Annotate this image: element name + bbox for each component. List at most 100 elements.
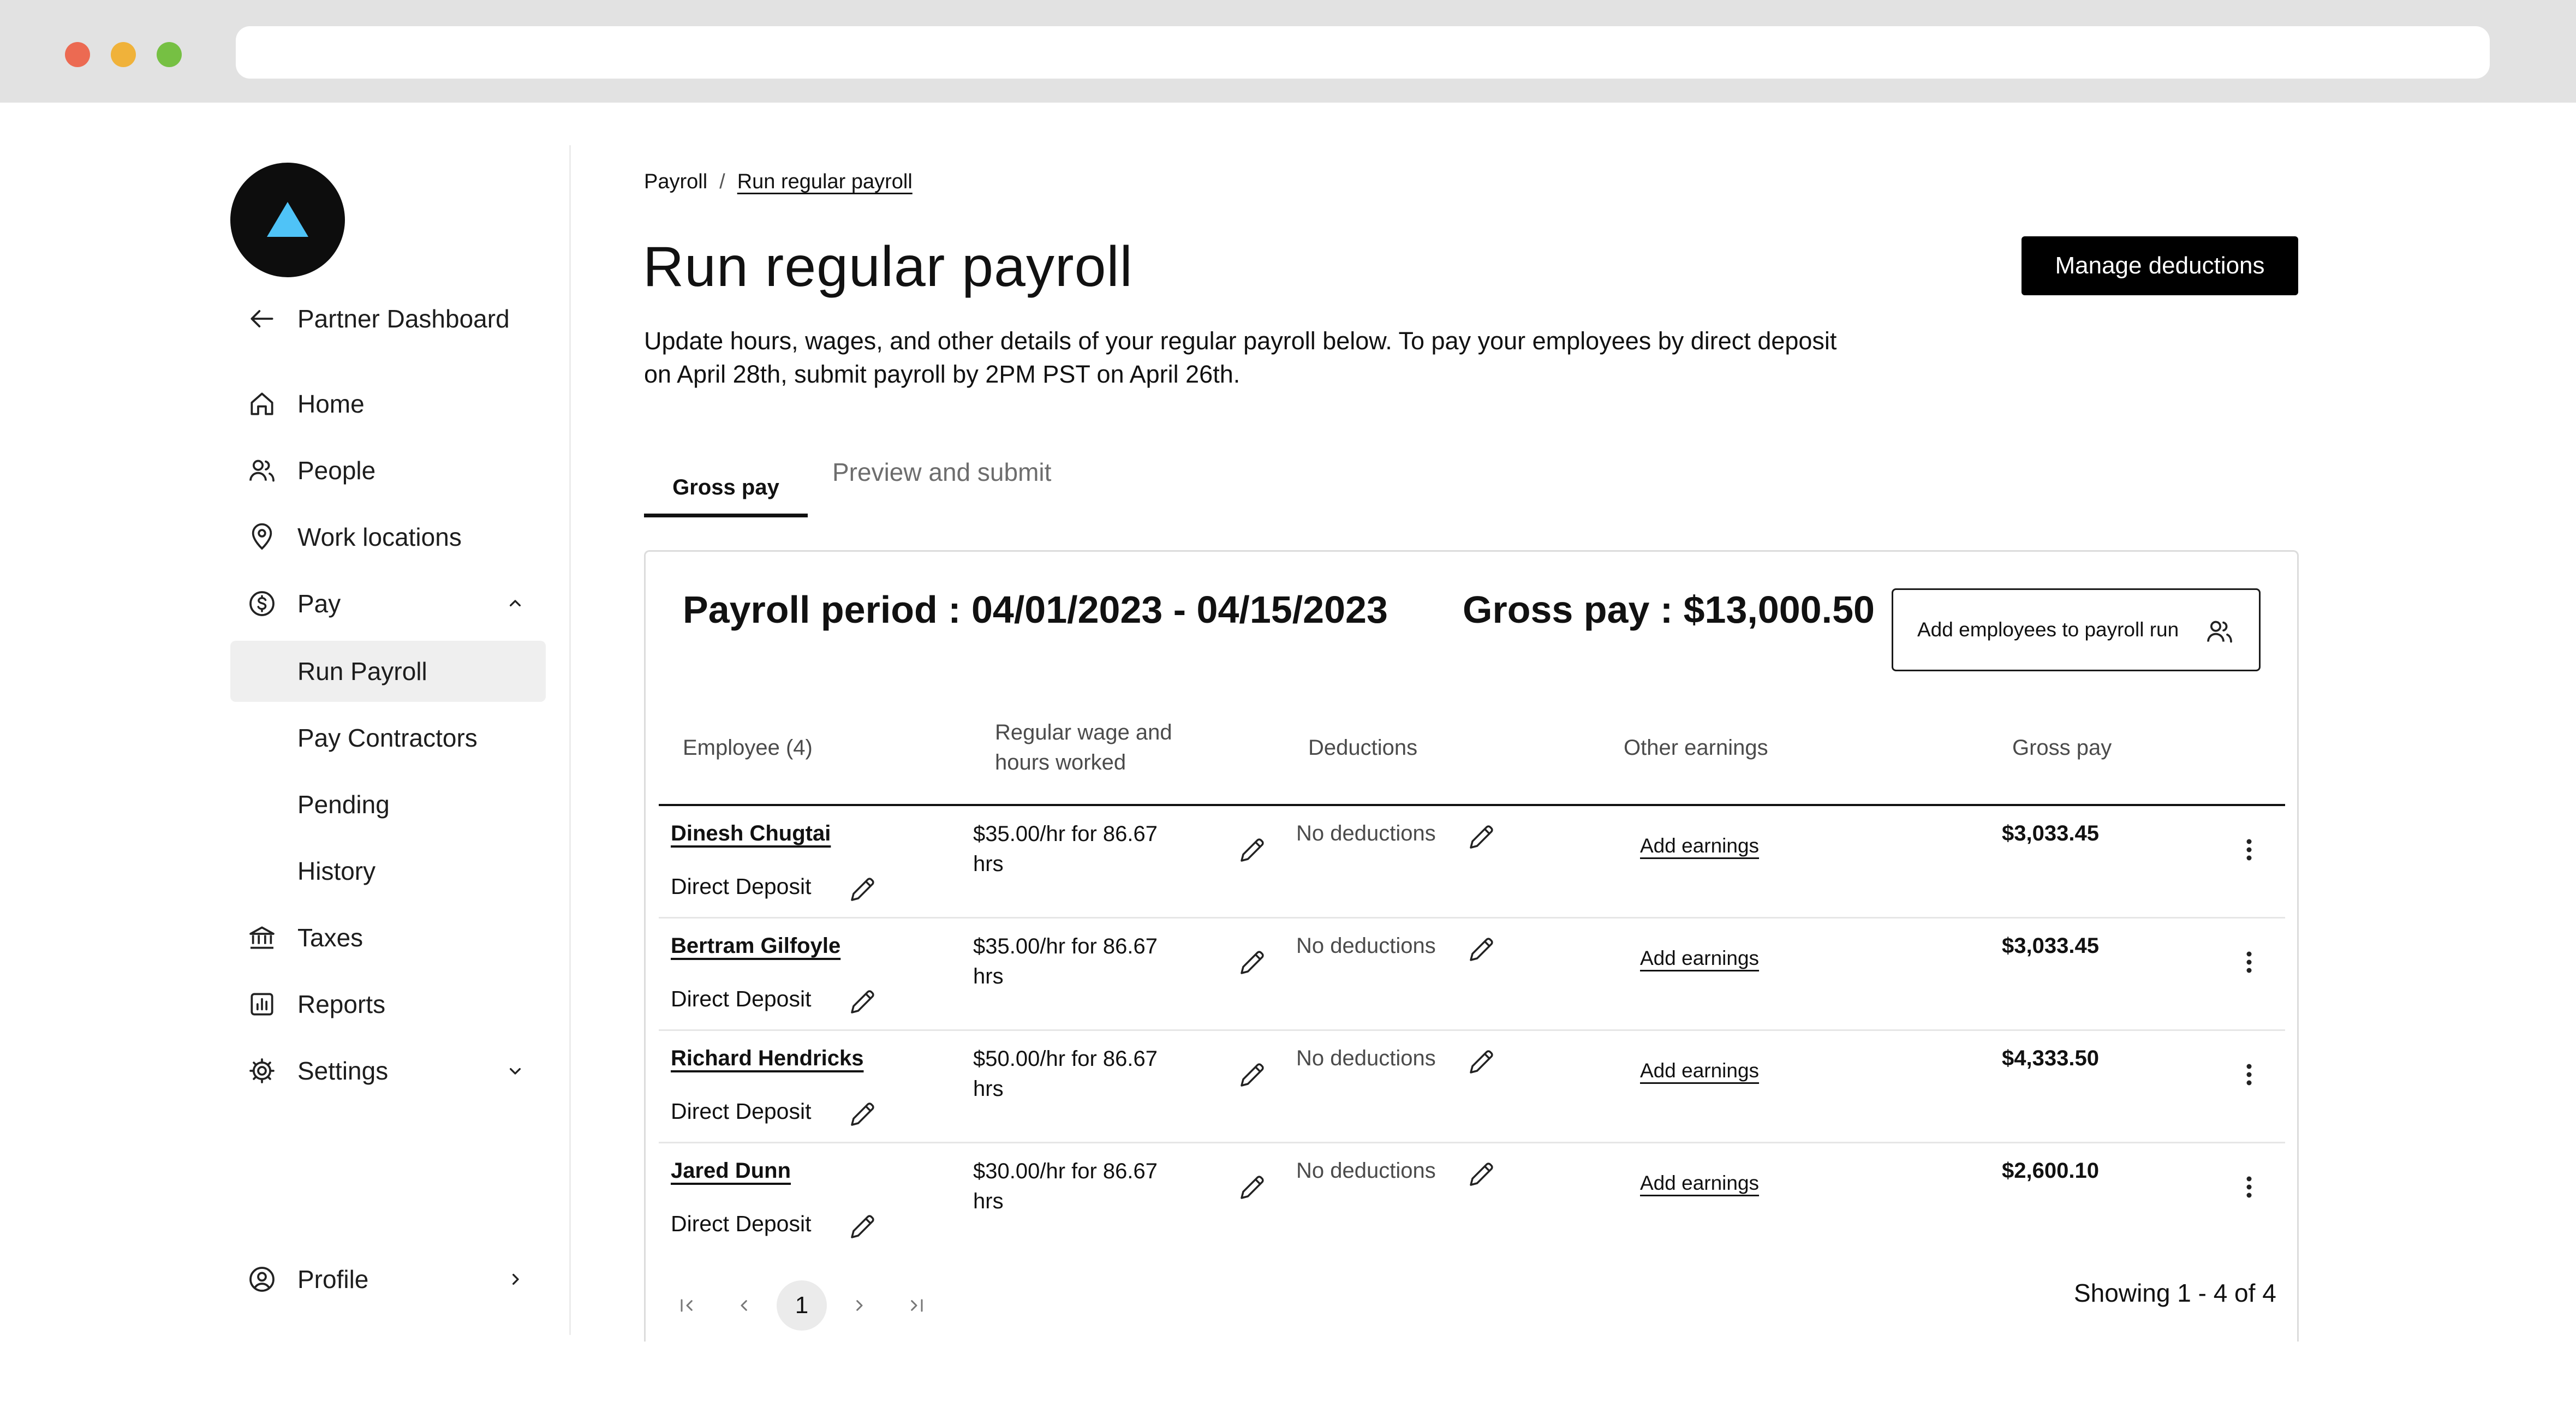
gear-icon xyxy=(249,1058,275,1083)
sidebar-item-taxes[interactable]: Taxes xyxy=(230,907,546,968)
kebab-icon[interactable] xyxy=(2238,1171,2260,1203)
sidebar-item-label: Settings xyxy=(297,1057,389,1085)
column-header-other-earnings: Other earnings xyxy=(1624,736,1768,760)
column-header-wage-line2: hours worked xyxy=(995,750,1126,774)
sidebar-item-run-payroll[interactable]: Run Payroll xyxy=(230,641,546,702)
column-header-wage-line1: Regular wage and xyxy=(995,720,1172,744)
chevron-right-icon xyxy=(512,1274,519,1285)
sidebar-item-label: People xyxy=(297,456,376,485)
employee-name-link[interactable]: Richard Hendricks xyxy=(671,1046,863,1071)
home-icon xyxy=(251,392,273,415)
breadcrumb: Payroll / Run regular payroll xyxy=(644,170,913,194)
column-header-deductions: Deductions xyxy=(1308,736,1418,760)
wage-line2: hrs xyxy=(973,1077,1004,1101)
edit-wage-pencil-icon[interactable] xyxy=(1236,1058,1269,1091)
sidebar-item-reports[interactable]: Reports xyxy=(230,974,546,1035)
edit-wage-pencil-icon[interactable] xyxy=(1236,946,1269,979)
edit-wage-pencil-icon[interactable] xyxy=(1236,833,1269,866)
kebab-icon[interactable] xyxy=(2238,833,2260,866)
previous-page-button[interactable] xyxy=(719,1280,770,1331)
row-gross-pay: $2,600.10 xyxy=(2002,1159,2099,1183)
edit-deductions-pencil-icon[interactable] xyxy=(1465,820,1498,853)
column-header-gross-pay: Gross pay xyxy=(2012,736,2112,760)
edit-payment-method-pencil-icon[interactable] xyxy=(846,1210,879,1243)
employee-name-link[interactable]: Dinesh Chugtai xyxy=(671,821,831,846)
sidebar-item-label: Home xyxy=(297,390,365,418)
edit-payment-method-pencil-icon[interactable] xyxy=(846,1098,879,1130)
wage-hours: $35.00/hr for 86.67 hrs xyxy=(973,932,1191,992)
sidebar-divider xyxy=(569,145,571,1335)
tab-gross-pay[interactable]: Gross pay xyxy=(644,457,808,517)
add-employees-button[interactable]: Add employees to payroll run xyxy=(1892,588,2261,671)
edit-deductions-pencil-icon[interactable] xyxy=(1465,1158,1498,1190)
add-earnings-link[interactable]: Add earnings xyxy=(1640,1059,1759,1082)
page-number-button[interactable]: 1 xyxy=(777,1280,827,1331)
wage-line1: $50.00/hr for 86.67 xyxy=(973,1047,1158,1071)
next-page-button[interactable] xyxy=(834,1280,884,1331)
sidebar-item-profile[interactable]: Profile xyxy=(230,1249,546,1310)
sidebar-item-home[interactable]: Home xyxy=(230,373,546,434)
edit-wage-pencil-icon[interactable] xyxy=(1236,1171,1269,1203)
window-minimize-button[interactable] xyxy=(111,42,136,67)
sidebar-item-pay-contractors[interactable]: Pay Contractors xyxy=(230,707,546,768)
window-close-button[interactable] xyxy=(65,42,90,67)
people-icon xyxy=(249,460,275,482)
breadcrumb-run-regular-payroll[interactable]: Run regular payroll xyxy=(737,170,913,194)
sidebar-item-work-locations[interactable]: Work locations xyxy=(230,506,546,568)
chevron-first-icon xyxy=(681,1299,693,1312)
dollar-circle-icon xyxy=(249,591,275,616)
sidebar-item-people[interactable]: People xyxy=(230,440,546,501)
kebab-icon[interactable] xyxy=(2238,1058,2260,1091)
employee-name-link[interactable]: Jared Dunn xyxy=(671,1159,791,1183)
edit-payment-method-pencil-icon[interactable] xyxy=(846,985,879,1018)
sidebar-item-pay[interactable]: Pay xyxy=(230,573,546,634)
location-pin-icon xyxy=(252,523,272,550)
partner-dashboard-link[interactable]: Partner Dashboard xyxy=(230,288,546,349)
add-earnings-link[interactable]: Add earnings xyxy=(1640,1172,1759,1195)
first-page-button[interactable] xyxy=(662,1280,712,1331)
tab-bar: Gross pay Preview and submit xyxy=(644,442,1190,517)
chevron-down-icon xyxy=(510,1068,521,1075)
sidebar-item-label: Pending xyxy=(297,790,390,819)
triangle-logo-icon xyxy=(267,202,308,237)
company-logo[interactable] xyxy=(230,163,345,277)
wage-hours: $30.00/hr for 86.67 hrs xyxy=(973,1156,1191,1217)
sidebar-item-label: Taxes xyxy=(297,923,363,952)
table-row: Jared Dunn Direct Deposit $30.00/hr for … xyxy=(659,1143,2285,1256)
edit-deductions-pencil-icon[interactable] xyxy=(1465,933,1498,965)
window-maximize-button[interactable] xyxy=(157,42,182,67)
pagination-summary: Showing 1 - 4 of 4 xyxy=(2074,1279,2276,1307)
last-page-button[interactable] xyxy=(891,1280,941,1331)
payment-method: Direct Deposit xyxy=(671,986,812,1011)
wage-hours: $50.00/hr for 86.67 hrs xyxy=(973,1044,1191,1104)
edit-deductions-pencil-icon[interactable] xyxy=(1465,1045,1498,1078)
wage-line1: $35.00/hr for 86.67 xyxy=(973,934,1158,958)
tab-preview-and-submit[interactable]: Preview and submit xyxy=(832,442,1051,502)
column-header-wage: Regular wage and hours worked xyxy=(995,718,1172,778)
address-bar[interactable] xyxy=(236,26,2490,79)
sidebar-item-pending[interactable]: Pending xyxy=(230,774,546,835)
breadcrumb-payroll[interactable]: Payroll xyxy=(644,170,707,194)
row-gross-pay: $3,033.45 xyxy=(2002,934,2099,958)
reports-icon xyxy=(251,993,273,1016)
user-circle-icon xyxy=(249,1267,275,1292)
kebab-icon[interactable] xyxy=(2238,946,2260,979)
add-earnings-link[interactable]: Add earnings xyxy=(1640,947,1759,970)
active-tab-indicator xyxy=(644,514,808,517)
edit-payment-method-pencil-icon[interactable] xyxy=(846,873,879,905)
sidebar-item-history[interactable]: History xyxy=(230,840,546,902)
gross-pay-total: Gross pay : $13,000.50 xyxy=(1463,588,1875,631)
sidebar-item-label: Work locations xyxy=(297,523,462,551)
chevron-last-icon xyxy=(911,1299,923,1312)
page-description: Update hours, wages, and other details o… xyxy=(644,327,1837,388)
manage-deductions-button[interactable]: Manage deductions xyxy=(2022,236,2298,295)
employee-name-link[interactable]: Bertram Gilfoyle xyxy=(671,934,840,958)
bank-icon xyxy=(249,926,275,949)
partner-dashboard-label: Partner Dashboard xyxy=(297,305,510,333)
sidebar-item-settings[interactable]: Settings xyxy=(230,1040,546,1101)
sidebar-item-label: History xyxy=(297,857,376,885)
add-earnings-link[interactable]: Add earnings xyxy=(1640,834,1759,857)
payroll-period: Payroll period : 04/01/2023 - 04/15/2023 xyxy=(683,588,1388,631)
chevron-up-icon xyxy=(510,600,521,606)
column-header-employee: Employee (4) xyxy=(683,736,813,760)
